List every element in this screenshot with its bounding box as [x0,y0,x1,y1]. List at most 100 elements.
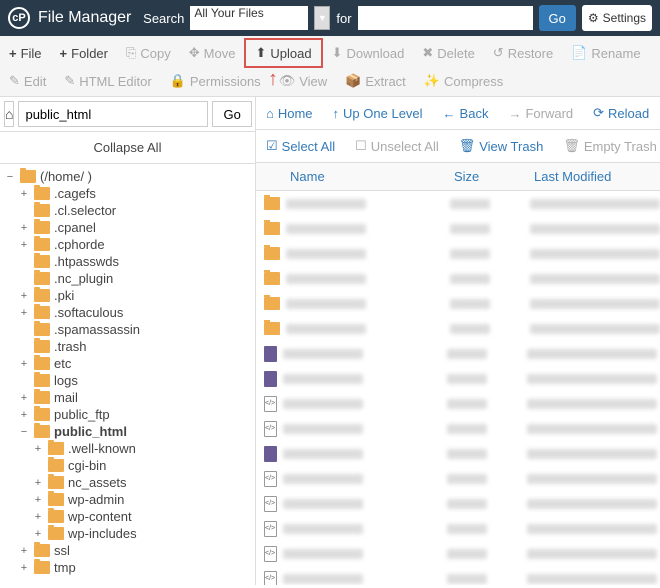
view-trash-button[interactable]: 🗑View Trash [449,130,554,162]
table-row[interactable] [256,541,660,566]
table-row[interactable] [256,441,660,466]
tree-node[interactable]: −public_html [0,423,255,440]
compress-button[interactable]: ✨Compress [415,68,512,94]
expand-icon[interactable]: + [18,358,30,370]
tree-node[interactable]: +mail [0,389,255,406]
table-row[interactable] [256,341,660,366]
table-row[interactable] [256,366,660,391]
folder-icon [34,238,50,251]
copy-icon: ⎘ [126,45,136,61]
extract-button[interactable]: 📦Extract [336,68,415,94]
download-button[interactable]: ⬇Download [323,38,414,68]
home-button[interactable]: ⌂Home [256,97,323,129]
tree-node[interactable]: +.well-known [0,440,255,457]
download-icon: ⬇ [332,45,343,61]
home-icon[interactable]: ⌂ [4,101,14,127]
restore-icon: ↺ [493,45,504,61]
expand-icon[interactable]: + [18,222,30,234]
table-row[interactable] [256,566,660,585]
search-scope-select[interactable]: All Your Files [190,6,308,30]
tree-node[interactable]: .spamassassin [0,321,255,338]
back-button[interactable]: ←Back [433,97,499,129]
tree-node[interactable]: +etc [0,355,255,372]
tree-node[interactable]: +.softaculous [0,304,255,321]
expand-icon[interactable]: + [32,477,44,489]
expand-icon[interactable]: − [4,171,16,183]
path-input[interactable] [18,101,208,127]
expand-icon[interactable]: + [18,239,30,251]
expand-icon[interactable]: + [18,290,30,302]
table-row[interactable] [256,216,660,241]
expand-icon[interactable]: + [18,392,30,404]
expand-icon[interactable]: + [18,545,30,557]
expand-icon[interactable]: + [32,511,44,523]
col-size[interactable]: Size [454,169,534,184]
tree-node[interactable]: +ssl [0,542,255,559]
forward-button[interactable]: →Forward [498,97,583,129]
table-row[interactable] [256,416,660,441]
col-modified[interactable]: Last Modified [534,169,660,184]
tree-node[interactable]: −(/home/ ) [0,168,255,185]
expand-icon[interactable]: + [32,443,44,455]
tree-node[interactable]: logs [0,372,255,389]
table-row[interactable] [256,266,660,291]
settings-button[interactable]: ⚙Settings [582,5,652,31]
go-button[interactable]: Go [539,5,576,31]
tree-node[interactable]: cgi-bin [0,457,255,474]
table-row[interactable] [256,191,660,216]
expand-icon[interactable]: + [18,409,30,421]
tree-node[interactable]: +.cagefs [0,185,255,202]
table-row[interactable] [256,316,660,341]
table-row[interactable] [256,516,660,541]
table-row[interactable] [256,291,660,316]
table-row[interactable] [256,391,660,416]
tree-node[interactable]: +wp-admin [0,491,255,508]
copy-button[interactable]: ⎘Copy [117,38,180,68]
up-level-button[interactable]: ↑Up One Level [323,97,433,129]
unselect-all-button[interactable]: ☐Unselect All [345,130,449,162]
tree-node[interactable]: .cl.selector [0,202,255,219]
collapse-all-button[interactable]: Collapse All [0,132,255,164]
tree-node[interactable]: +.pki [0,287,255,304]
tree-node[interactable]: +wp-content [0,508,255,525]
col-name[interactable]: Name [264,169,454,184]
file-button[interactable]: +File [0,38,51,68]
expand-icon[interactable]: + [32,528,44,540]
delete-button[interactable]: ✖Delete [413,38,483,68]
folder-icon [48,510,64,523]
empty-trash-button[interactable]: 🗑Empty Trash [553,130,660,162]
edit-button[interactable]: ✎Edit [0,68,55,94]
reload-button[interactable]: ⟳Reload [583,97,659,129]
tree-node[interactable]: .nc_plugin [0,270,255,287]
permissions-button[interactable]: 🔒Permissions [161,68,270,94]
select-all-button[interactable]: ☑Select All [256,130,345,162]
tree-node[interactable]: .trash [0,338,255,355]
tree-node[interactable]: .htpasswds [0,253,255,270]
expand-icon[interactable]: + [18,307,30,319]
tree-node[interactable]: +tmp [0,559,255,576]
tree-node[interactable]: +.cphorde [0,236,255,253]
expand-icon[interactable]: + [18,562,30,574]
folder-button[interactable]: +Folder [51,38,117,68]
tree-node[interactable]: +.cpanel [0,219,255,236]
folder-icon [34,357,50,370]
table-row[interactable] [256,241,660,266]
callout-arrow-icon: ↑ [268,68,278,91]
view-button[interactable]: 👁View [270,68,336,94]
expand-icon[interactable]: + [32,494,44,506]
table-row[interactable] [256,466,660,491]
upload-button[interactable]: ⬆Upload [244,38,322,68]
search-input[interactable] [358,6,533,30]
expand-icon[interactable]: − [18,426,30,438]
html-editor-button[interactable]: ✎HTML Editor [55,68,160,94]
tree-node[interactable]: +public_ftp [0,406,255,423]
rename-button[interactable]: 📄Rename [562,38,649,68]
chevron-down-icon[interactable]: ▼ [314,6,330,30]
path-go-button[interactable]: Go [212,101,251,127]
tree-node[interactable]: +nc_assets [0,474,255,491]
table-row[interactable] [256,491,660,516]
restore-button[interactable]: ↺Restore [484,38,562,68]
move-button[interactable]: ✥Move [180,38,245,68]
expand-icon[interactable]: + [18,188,30,200]
tree-node[interactable]: +wp-includes [0,525,255,542]
